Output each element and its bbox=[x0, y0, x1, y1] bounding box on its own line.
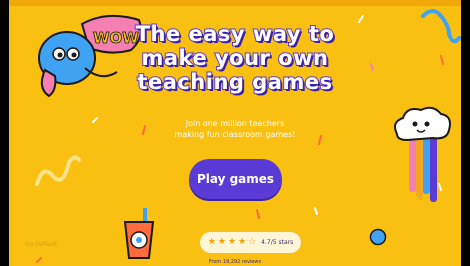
subtitle-line-2: making fun classroom games! bbox=[174, 130, 296, 139]
star-icon: ★ bbox=[217, 237, 226, 247]
hero-headline-line-2: make your own bbox=[140, 45, 329, 71]
hero-headline-line-1: The easy way to bbox=[135, 21, 335, 47]
play-games-button[interactable]: Play games bbox=[189, 159, 282, 199]
star-icon: ★ bbox=[227, 237, 237, 247]
landing-page: WOW The easy way to make your own teachi… bbox=[9, 0, 461, 266]
corner-link[interactable]: Go Default bbox=[25, 241, 57, 248]
star-icon: ☆ bbox=[248, 237, 257, 247]
rating-text: 4.7/5 stars bbox=[261, 239, 294, 246]
star-icon: ★ bbox=[207, 237, 216, 247]
rating-badge: ★ ★ ★ ★ ☆ 4.7/5 stars bbox=[200, 232, 301, 253]
star-icon: ★ bbox=[238, 237, 247, 247]
subtitle-line-1: Join one million teachers bbox=[185, 119, 285, 128]
reviews-count: From 19,292 reviews bbox=[208, 259, 262, 265]
hero-headline-line-3: teaching games bbox=[136, 69, 333, 95]
